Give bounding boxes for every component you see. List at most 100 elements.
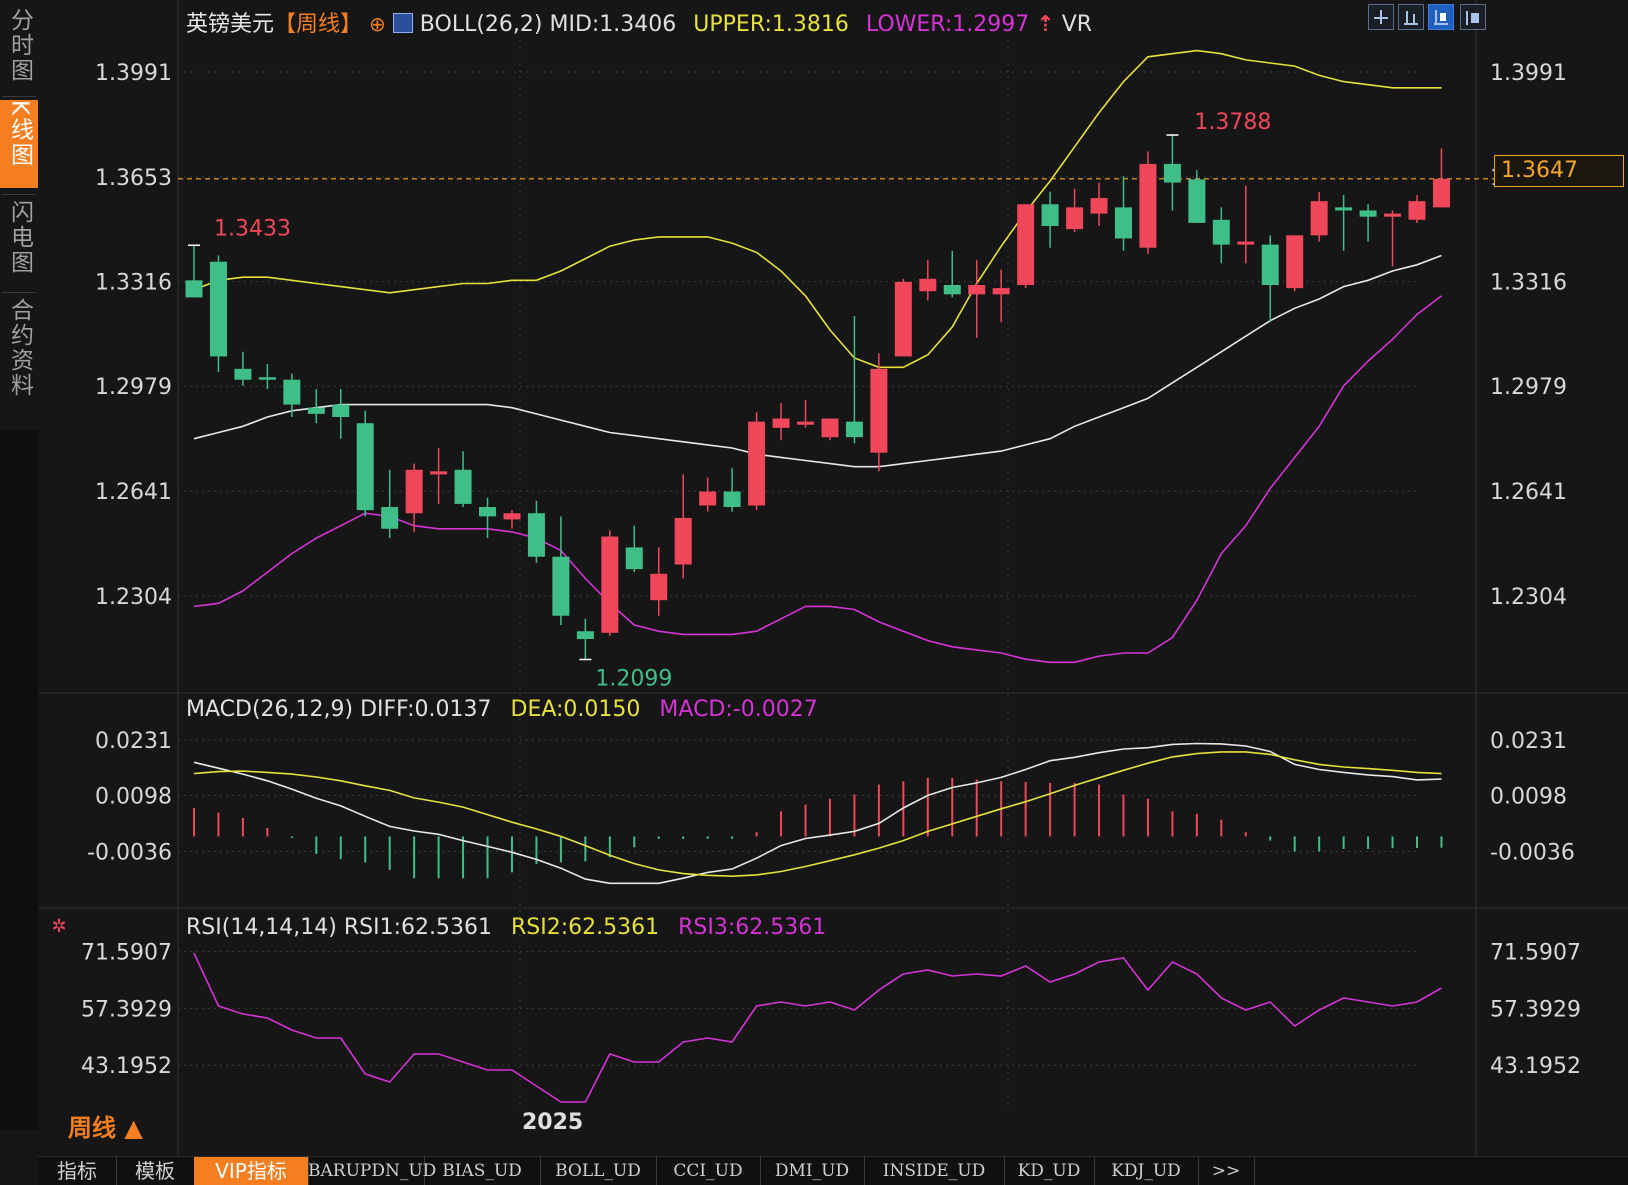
crosshair-icon[interactable]: ⊕ <box>369 12 386 36</box>
macd-y-tick-label-right: 0.0231 <box>1490 729 1567 754</box>
candle-body <box>625 547 643 570</box>
candle-body <box>1261 244 1279 286</box>
bollinger-bands <box>193 49 1442 664</box>
tab-kd-ud[interactable]: KD_UD <box>1004 1157 1095 1185</box>
rsi-header: RSI(14,14,14) RSI1:62.5361 RSI2:62.5361 … <box>186 915 826 940</box>
candle-body <box>748 421 766 506</box>
period-tag[interactable]: 【周线】 <box>274 12 362 37</box>
y-tick-label-right: 1.3316 <box>1490 271 1567 296</box>
period-selector[interactable]: 周线 ▲ <box>68 1108 143 1143</box>
tab-bias-ud[interactable]: BIAS_UD <box>424 1157 541 1185</box>
candle-body <box>1212 219 1230 245</box>
candle-body <box>723 491 741 508</box>
tab-dmi-ud[interactable]: DMI_UD <box>760 1157 865 1185</box>
candle-body <box>699 491 717 506</box>
candle-body <box>454 469 472 504</box>
play-chart-icon[interactable] <box>1428 4 1454 30</box>
candle-body <box>356 423 374 511</box>
candle-body <box>258 377 276 380</box>
candle-body <box>1090 198 1108 214</box>
period-low-label: 1.2099 <box>595 667 672 692</box>
tab-inside-ud[interactable]: INSIDE_UD <box>864 1157 1005 1185</box>
macd-header: MACD(26,12,9) DIFF:0.0137 DEA:0.0150 MAC… <box>186 697 818 722</box>
candle-body <box>1041 204 1059 227</box>
rsi-y-tick-label: 57.3929 <box>81 997 172 1022</box>
boll-label[interactable]: BOLL(26,2) <box>420 12 543 37</box>
tab-indicators[interactable]: 指标 <box>38 1157 117 1185</box>
y-tick-label: 1.3653 <box>95 166 172 191</box>
tab-more[interactable]: >> <box>1198 1157 1255 1185</box>
rsi-y-tick-label: 43.1952 <box>81 1054 172 1079</box>
candle-body <box>919 278 937 292</box>
candle-body <box>1237 241 1255 245</box>
candle-body <box>1114 207 1132 239</box>
tab-vip-indicators[interactable]: VIP指标 <box>194 1157 309 1185</box>
candles <box>185 134 1450 661</box>
candle-body <box>772 418 790 428</box>
macd-y-tick-label: -0.0036 <box>87 840 172 865</box>
indicator-settings-icon[interactable]: ✲ <box>48 916 70 938</box>
rsi1-value: RSI1:62.5361 <box>343 915 492 940</box>
rsi-y-tick-label-right: 43.1952 <box>1490 1054 1581 1079</box>
candle-body <box>283 379 301 405</box>
macd-label[interactable]: MACD(26,12,9) <box>186 697 353 722</box>
macd-diff-line <box>193 742 1442 885</box>
candle-body <box>674 517 692 565</box>
tab-boll-ud[interactable]: BOLL_UD <box>540 1157 657 1185</box>
main-header: 英镑美元【周线】 ⊕ BOLL(26,2) MID:1.3406 UPPER:1… <box>186 6 1092 38</box>
macd-y-tick-label-right: -0.0036 <box>1490 840 1575 865</box>
boll-upper-line <box>193 49 1442 369</box>
y-tick-label-right: 1.2641 <box>1490 480 1567 505</box>
rsi-y-tick-label-right: 57.3929 <box>1490 997 1581 1022</box>
boll-indicator-icon[interactable] <box>392 13 413 33</box>
tab-templates[interactable]: 模板 <box>116 1157 195 1185</box>
tab-kdj-ud[interactable]: KDJ_UD <box>1094 1157 1199 1185</box>
rsi-line <box>193 952 1442 1103</box>
macd-y-tick-label: 0.0098 <box>95 784 172 809</box>
rsi2-value: RSI2:62.5361 <box>511 915 660 940</box>
candle-body <box>1188 179 1206 223</box>
macd-y-tick-label-right: 0.0098 <box>1490 784 1567 809</box>
candle-body <box>821 418 839 438</box>
forward-icon[interactable] <box>1460 4 1486 30</box>
candle-body <box>1432 178 1450 208</box>
candle-body <box>797 421 814 425</box>
candle-body <box>1335 207 1353 211</box>
candle-body <box>552 556 570 616</box>
rsi3-value: RSI3:62.5361 <box>678 915 827 940</box>
boll-mid-line <box>193 254 1442 468</box>
crosshair-grid-icon[interactable] <box>1368 4 1394 30</box>
candle-body <box>381 507 399 529</box>
chart-layout-icon[interactable] <box>1398 4 1424 30</box>
macd-dea-value: DEA:0.0150 <box>510 697 641 722</box>
tab-cci-ud[interactable]: CCI_UD <box>656 1157 761 1185</box>
vr-label[interactable]: VR <box>1062 12 1092 37</box>
candle-body <box>845 421 863 438</box>
rsi-label[interactable]: RSI(14,14,14) <box>186 915 337 940</box>
rsi-indicator <box>193 952 1442 1103</box>
candle-body <box>1359 210 1377 217</box>
candle-body <box>870 368 888 453</box>
candle-body <box>405 469 423 514</box>
candle-body <box>1286 235 1304 289</box>
macd-y-tick-label: 0.0231 <box>95 729 172 754</box>
candle-body <box>332 404 350 417</box>
candle-body <box>307 407 325 414</box>
rsi-y-tick-label: 71.5907 <box>81 941 172 966</box>
macd-dea-line <box>193 751 1442 878</box>
kline-chart[interactable]: 1.39911.39911.36531.36531.33161.33161.29… <box>0 0 1628 1156</box>
up-arrow-icon[interactable]: ⇡ <box>1036 12 1054 37</box>
tab-barupdn-ud[interactable]: BARUPDN_UD <box>308 1157 436 1185</box>
macd-diff-value: DIFF:0.0137 <box>360 697 492 722</box>
candle-body <box>992 288 1010 295</box>
candle-body <box>1017 204 1035 286</box>
candle-body <box>1310 201 1328 236</box>
candle-body <box>430 471 448 475</box>
candle-body <box>1066 207 1084 230</box>
candle-body <box>576 631 594 640</box>
boll-lower-line <box>193 295 1442 664</box>
x-axis-year-label: 2025 <box>522 1110 584 1135</box>
candle-body <box>1408 201 1426 220</box>
y-tick-label: 1.2641 <box>95 480 172 505</box>
y-tick-label-right: 1.2979 <box>1490 375 1567 400</box>
